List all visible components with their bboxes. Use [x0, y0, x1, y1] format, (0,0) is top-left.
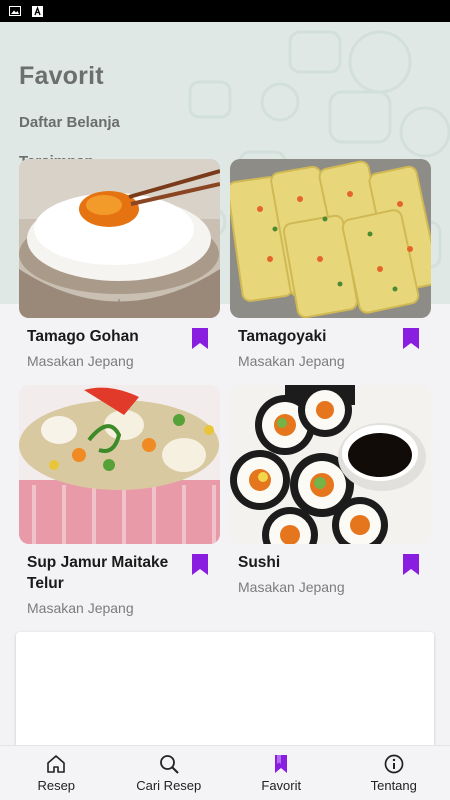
- nav-item-resep[interactable]: Resep: [0, 753, 112, 793]
- image-icon: [8, 6, 21, 17]
- recipe-image-sushi: [230, 385, 431, 544]
- recipe-image-tamago-gohan: [19, 159, 220, 318]
- recipe-card[interactable]: Tamago Gohan Masakan Jepang: [19, 159, 220, 375]
- nav-item-favorit[interactable]: Favorit: [225, 753, 337, 793]
- search-icon: [159, 755, 179, 774]
- recipe-image-sup-jamur: [19, 385, 220, 544]
- nav-label: Favorit: [261, 778, 302, 793]
- nav-label: Resep: [37, 778, 76, 793]
- nav-item-cari-resep[interactable]: Cari Resep: [113, 753, 225, 793]
- recipe-card[interactable]: Tamagoyaki Masakan Jepang: [230, 159, 431, 375]
- recipe-category: Masakan Jepang: [238, 353, 345, 369]
- bookmark-icon[interactable]: [192, 554, 208, 575]
- nav-label: Cari Resep: [136, 778, 202, 793]
- home-icon: [47, 755, 66, 773]
- nav-item-tentang[interactable]: Tentang: [338, 753, 450, 793]
- recipe-title: Tamagoyaki: [238, 328, 327, 345]
- recipe-title: Sup Jamur Maitake Telur: [27, 554, 169, 592]
- recipe-grid: Tamago Gohan Masakan Jepang Tamagoyaki M…: [19, 159, 431, 620]
- recipe-card[interactable]: Sushi Masakan Jepang: [230, 385, 431, 620]
- bookmark-icon: [275, 755, 288, 773]
- bookmark-icon[interactable]: [403, 328, 419, 349]
- recipe-category: Masakan Jepang: [27, 353, 134, 369]
- recipe-card[interactable]: Sup Jamur Maitake Telur Masakan Jepang: [19, 385, 220, 620]
- info-icon: [384, 754, 404, 774]
- status-bar: [0, 0, 450, 22]
- content-panel: [16, 632, 434, 762]
- a-icon: [31, 5, 44, 17]
- recipe-category: Masakan Jepang: [27, 600, 134, 616]
- recipe-title: Tamago Gohan: [27, 328, 139, 345]
- recipe-image-tamagoyaki: [230, 159, 431, 318]
- recipe-title: Sushi: [238, 554, 281, 571]
- page-title: Favorit: [19, 62, 104, 90]
- bookmark-icon[interactable]: [403, 554, 419, 575]
- bookmark-icon[interactable]: [192, 328, 208, 349]
- nav-label: Tentang: [370, 778, 417, 793]
- recipe-category: Masakan Jepang: [238, 579, 345, 595]
- shopping-list-link[interactable]: Daftar Belanja: [19, 114, 120, 131]
- bottom-nav: Resep Cari Resep Favorit Tentang: [0, 745, 450, 800]
